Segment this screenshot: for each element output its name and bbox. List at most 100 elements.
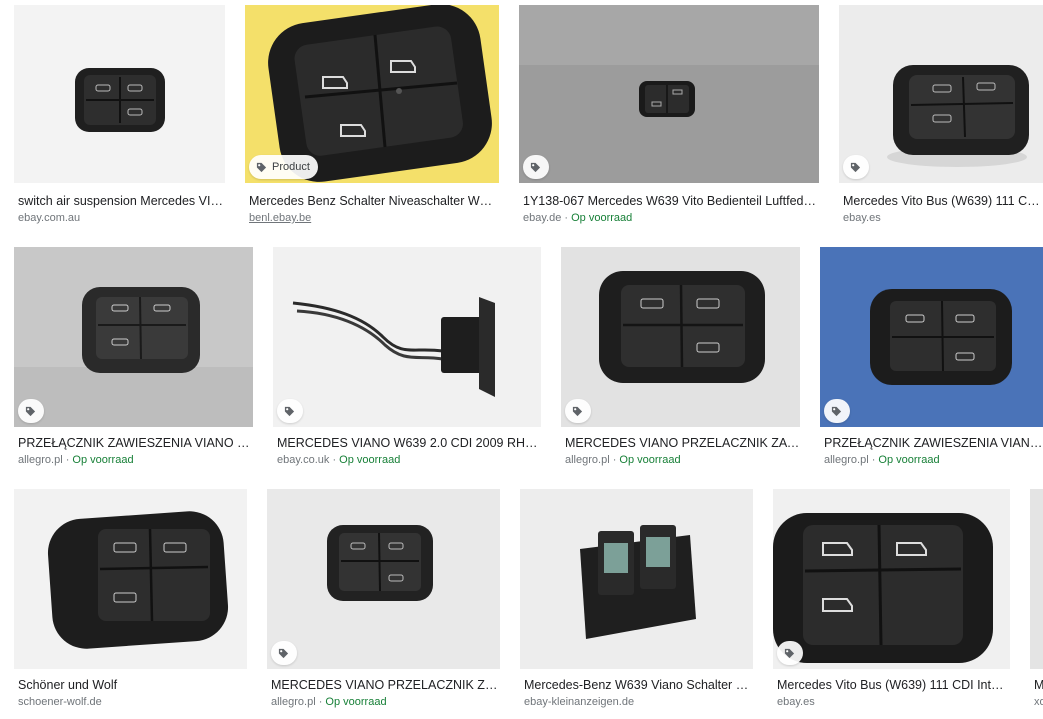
result-image[interactable] xyxy=(14,5,225,183)
result-badge xyxy=(843,155,869,179)
switch-photo xyxy=(519,5,819,183)
result-source: ebay.es xyxy=(777,696,1010,708)
result-image[interactable] xyxy=(520,489,753,669)
stock-status: Op voorraad xyxy=(619,454,681,466)
result-badge xyxy=(277,399,303,423)
tag-icon xyxy=(256,162,267,173)
result-title[interactable]: MERCEDES VIANO W639 2.0 CDI 2009 RHD AIR… xyxy=(277,436,541,450)
result-image[interactable] xyxy=(519,5,819,183)
switch-photo xyxy=(273,247,541,427)
product-badge-label: Product xyxy=(272,161,310,173)
result-tile[interactable]: MERCEDES VIANO W639 2.0 CDI 2009 RHD AIR… xyxy=(273,247,541,469)
result-image[interactable] xyxy=(14,489,247,669)
result-source-domain[interactable]: ebay.es xyxy=(843,212,881,224)
result-source-domain[interactable]: xo xyxy=(1034,696,1043,708)
result-title[interactable]: 1Y138-067 Mercedes W639 Vito Bedienteil … xyxy=(523,194,819,208)
switch-photo xyxy=(820,247,1043,427)
result-image[interactable] xyxy=(14,247,253,427)
result-badge xyxy=(824,399,850,423)
switch-photo xyxy=(839,5,1043,183)
switch-photo xyxy=(14,247,253,427)
result-title[interactable]: Mercedes Vito Bus (W639) 111 CDI Interie… xyxy=(843,194,1043,208)
result-source-domain[interactable]: ebay.es xyxy=(777,696,815,708)
switch-photo xyxy=(561,247,800,427)
result-image[interactable] xyxy=(273,247,541,427)
result-source-domain[interactable]: allegro.pl xyxy=(271,696,316,708)
switch-photo xyxy=(520,489,753,669)
result-source-domain[interactable]: ebay-kleinanzeigen.de xyxy=(524,696,634,708)
result-badge xyxy=(271,641,297,665)
tag-icon xyxy=(784,648,795,659)
result-image[interactable] xyxy=(561,247,800,427)
result-title[interactable]: Mercedes-Benz W639 Viano Schalter Luftfe… xyxy=(524,678,753,692)
result-source-domain[interactable]: schoener-wolf.de xyxy=(18,696,102,708)
tag-icon xyxy=(530,162,541,173)
result-title[interactable]: PRZEŁĄCZNIK ZAWIESZENIA VIANO VITO W639 … xyxy=(18,436,253,450)
result-image[interactable] xyxy=(267,489,500,669)
result-title[interactable]: Mercedes Benz Schalter Niveaschalter W63… xyxy=(249,194,499,208)
result-tile[interactable]: MERCEDES VIANO PRZELACZNIK ZAWIESZENIA .… xyxy=(267,489,500,711)
tag-icon xyxy=(572,406,583,417)
result-source: allegro.pl · Op voorraad xyxy=(18,454,134,466)
product-badge: Product xyxy=(249,155,318,179)
result-title[interactable]: Schöner und Wolf xyxy=(18,678,247,692)
result-source: ebay-kleinanzeigen.de xyxy=(524,696,753,708)
result-tile[interactable]: Product Mercedes Benz Schalter Niveascha… xyxy=(245,5,499,225)
result-tile[interactable]: 1Y138-067 Mercedes W639 Vito Bedienteil … xyxy=(519,5,819,225)
result-badge xyxy=(565,399,591,423)
result-image[interactable]: Product xyxy=(245,5,499,183)
tag-icon xyxy=(831,406,842,417)
switch-photo xyxy=(14,489,247,669)
tag-icon xyxy=(284,406,295,417)
tag-icon xyxy=(25,406,36,417)
result-source: allegro.pl · Op voorraad xyxy=(271,696,387,708)
result-badge xyxy=(18,399,44,423)
stock-status: Op voorraad xyxy=(72,454,134,466)
result-source: ebay.com.au xyxy=(18,212,225,224)
result-source: allegro.pl · Op voorraad xyxy=(824,454,940,466)
stock-status: Op voorraad xyxy=(878,454,940,466)
result-source-domain[interactable]: ebay.com.au xyxy=(18,212,80,224)
result-title[interactable]: MERCEDES VIANO PRZELACZNIK ZAWIESZENIA .… xyxy=(271,678,500,692)
result-tile[interactable]: Schöner und Wolf schoener-wolf.de xyxy=(14,489,247,711)
result-title[interactable]: switch air suspension Mercedes VIANO 200… xyxy=(18,194,225,208)
result-badge xyxy=(777,641,803,665)
result-title[interactable]: PRZEŁĄCZNIK ZAWIESZENIA VIANO W639 xyxy=(824,436,1043,450)
result-tile[interactable]: Mercedes Vito Bus (W639) 111 CDI Interie… xyxy=(839,5,1043,225)
result-title[interactable]: M xyxy=(1034,678,1043,692)
result-title[interactable]: MERCEDES VIANO PRZELACZNIK ZAWIESZENIA .… xyxy=(565,436,800,450)
result-image[interactable] xyxy=(820,247,1043,427)
switch-photo xyxy=(267,489,500,669)
result-source-domain[interactable]: allegro.pl xyxy=(565,454,610,466)
result-source: ebay.es xyxy=(843,212,1043,224)
result-source-domain[interactable]: allegro.pl xyxy=(824,454,869,466)
result-source: schoener-wolf.de xyxy=(18,696,247,708)
result-source: benl.ebay.be xyxy=(249,212,499,224)
result-source: ebay.de · Op voorraad xyxy=(523,212,633,224)
result-source-domain[interactable]: benl.ebay.be xyxy=(249,212,311,224)
tag-icon xyxy=(278,648,289,659)
switch-photo xyxy=(773,489,1010,669)
result-source: xo xyxy=(1034,696,1043,708)
result-source-domain[interactable]: ebay.co.uk xyxy=(277,454,329,466)
stock-status: Op voorraad xyxy=(339,454,401,466)
result-title[interactable]: Mercedes Vito Bus (W639) 111 CDI Interie… xyxy=(777,678,1010,692)
result-tile[interactable]: Mercedes-Benz W639 Viano Schalter Luftfe… xyxy=(520,489,753,711)
result-source-domain[interactable]: allegro.pl xyxy=(18,454,63,466)
result-tile[interactable]: switch air suspension Mercedes VIANO 200… xyxy=(14,5,225,225)
stock-status: Op voorraad xyxy=(325,696,387,708)
result-image[interactable] xyxy=(839,5,1043,183)
result-badge xyxy=(523,155,549,179)
tag-icon xyxy=(850,162,861,173)
stock-status: Op voorraad xyxy=(571,212,633,224)
result-tile[interactable]: MERCEDES VIANO PRZELACZNIK ZAWIESZENIA .… xyxy=(561,247,800,469)
result-tile[interactable]: PRZEŁĄCZNIK ZAWIESZENIA VIANO W639 alleg… xyxy=(820,247,1043,469)
result-source: ebay.co.uk · Op voorraad xyxy=(277,454,401,466)
result-tile[interactable]: Mercedes Vito Bus (W639) 111 CDI Interie… xyxy=(773,489,1010,711)
result-source-domain[interactable]: ebay.de xyxy=(523,212,561,224)
result-tile[interactable]: M xo xyxy=(1030,489,1043,711)
result-source: allegro.pl · Op voorraad xyxy=(565,454,681,466)
result-image[interactable] xyxy=(1030,489,1043,669)
result-image[interactable] xyxy=(773,489,1010,669)
result-tile[interactable]: PRZEŁĄCZNIK ZAWIESZENIA VIANO VITO W639 … xyxy=(14,247,253,469)
